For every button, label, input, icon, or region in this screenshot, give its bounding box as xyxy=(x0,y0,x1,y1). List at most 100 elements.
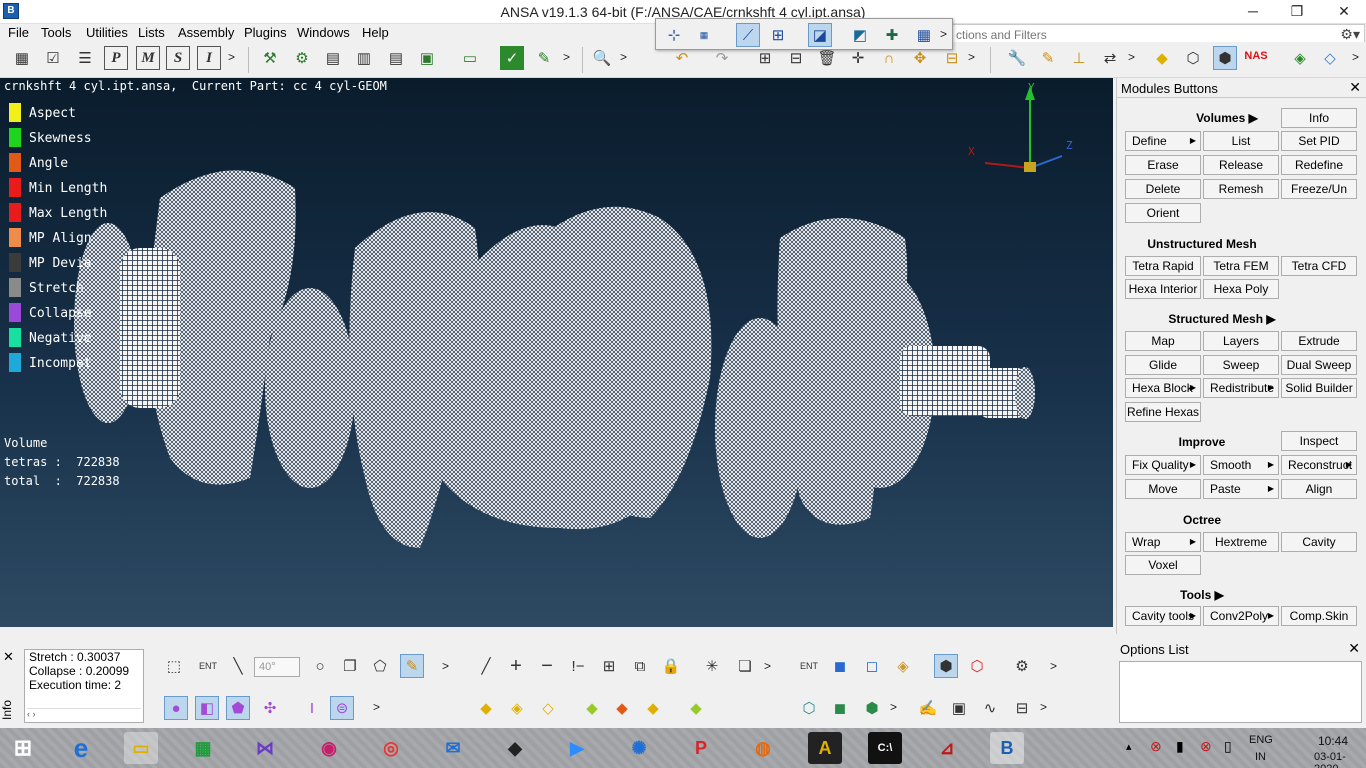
grid-view-icon[interactable]: ⊞ xyxy=(766,23,790,47)
info-button[interactable]: Info xyxy=(1281,108,1357,128)
more-arrow-icon[interactable]: > xyxy=(890,700,897,714)
overlap-icon[interactable]: ⧉ xyxy=(628,654,652,678)
conv2poly-button[interactable]: Conv2Poly xyxy=(1203,606,1279,626)
mesh-shell-icon[interactable]: ⬡ xyxy=(797,696,821,720)
pin-icon[interactable]: ◆ xyxy=(474,696,498,720)
graphics-viewport[interactable]: crnkshft 4 cyl.ipt.ansa, Current Part: c… xyxy=(0,78,1113,627)
i-icon[interactable]: I xyxy=(197,46,221,70)
nastran-icon[interactable]: NAS xyxy=(1244,44,1268,68)
freeze-button[interactable]: Freeze/Un xyxy=(1281,179,1357,199)
dual-sweep-button[interactable]: Dual Sweep xyxy=(1281,355,1357,375)
tray-action-icon[interactable]: ▯ xyxy=(1224,738,1232,755)
section-structured-mesh[interactable]: Structured Mesh ▶ xyxy=(1137,312,1307,326)
ent-icon[interactable]: ENT xyxy=(196,654,220,678)
count-icon[interactable]: ▦ xyxy=(692,23,716,47)
wrap-button[interactable]: Wrap xyxy=(1125,532,1201,552)
options-close-button[interactable]: ✕ xyxy=(1348,640,1360,657)
tag-icon[interactable]: ◆ xyxy=(1150,46,1174,70)
shape-icon[interactable]: ◈ xyxy=(1288,46,1312,70)
glide-button[interactable]: Glide xyxy=(1125,355,1201,375)
redefine-button[interactable]: Redefine xyxy=(1281,155,1357,175)
text-doc-icon[interactable]: ☰ xyxy=(73,46,97,70)
tray-language[interactable]: ENG xyxy=(1249,734,1273,746)
tray-volume-icon[interactable]: ⊗ xyxy=(1200,738,1212,755)
extrude-select-icon[interactable]: ⬟ xyxy=(226,696,250,720)
solid-builder-button[interactable]: Solid Builder xyxy=(1281,378,1357,398)
line-icon[interactable]: ╱ xyxy=(474,654,498,678)
hexa-interior-button[interactable]: Hexa Interior xyxy=(1125,279,1201,299)
yellow-diamond-icon[interactable]: ◆ xyxy=(641,696,665,720)
release-button[interactable]: Release xyxy=(1203,155,1279,175)
more-arrow-icon[interactable]: > xyxy=(228,50,235,64)
define-button[interactable]: Define xyxy=(1125,131,1201,151)
ent-select-icon[interactable]: ENT xyxy=(797,654,821,678)
maximize-button[interactable]: ❐ xyxy=(1274,0,1320,22)
list-doc-icon[interactable]: ▥ xyxy=(352,46,376,70)
shade-view-icon[interactable]: ◪ xyxy=(808,23,832,47)
copy-icon[interactable]: ❐ xyxy=(338,654,362,678)
mesh-icon[interactable]: ⬡ xyxy=(1181,46,1205,70)
cube-icon[interactable]: ◼ xyxy=(828,654,852,678)
menu-assembly[interactable]: Assembly xyxy=(178,25,234,40)
swap-icon[interactable]: ⇄ xyxy=(1098,46,1122,70)
orient-button[interactable]: Orient xyxy=(1125,203,1201,223)
info-close-button[interactable]: ✕ xyxy=(3,649,14,665)
pdf-reader-icon[interactable]: ⊿ xyxy=(930,732,964,764)
chrome-icon[interactable]: ◎ xyxy=(374,732,408,764)
strike-icon[interactable]: ⊟ xyxy=(1010,696,1034,720)
options-list-box[interactable] xyxy=(1119,661,1362,723)
smooth-button[interactable]: Smooth xyxy=(1203,455,1279,475)
menu-tools[interactable]: Tools xyxy=(41,25,71,40)
move-button[interactable]: Move xyxy=(1125,479,1201,499)
hextreme-button[interactable]: Hextreme xyxy=(1203,532,1279,552)
more-arrow-icon[interactable]: > xyxy=(563,50,570,64)
network-app-icon[interactable]: ✺ xyxy=(622,732,656,764)
more-arrow-icon[interactable]: > xyxy=(940,27,947,41)
comp-skin-button[interactable]: Comp.Skin xyxy=(1281,606,1357,626)
lock-icon[interactable]: 🔒 xyxy=(659,654,683,678)
list-button[interactable]: List xyxy=(1203,131,1279,151)
more-arrow-icon[interactable]: > xyxy=(1352,50,1359,64)
search-functions-input[interactable]: ctions and Filters ⚙▾ xyxy=(945,24,1365,44)
tetra-rapid-button[interactable]: Tetra Rapid xyxy=(1125,256,1201,276)
align-button[interactable]: Align xyxy=(1281,479,1357,499)
square-dot-icon[interactable]: ▣ xyxy=(947,696,971,720)
m-icon[interactable]: M xyxy=(136,46,160,70)
p-icon[interactable]: P xyxy=(104,46,128,70)
monitor-icon[interactable]: ▭ xyxy=(458,46,482,70)
info-tab[interactable]: Info xyxy=(0,695,20,725)
volume-mesh-icon[interactable]: ⬢ xyxy=(1213,46,1237,70)
table-grid-icon[interactable]: ▦ xyxy=(912,23,936,47)
color-cube-icon[interactable]: ◈ xyxy=(891,654,915,678)
cad-app-icon[interactable]: ◆ xyxy=(498,732,532,764)
a-app-icon[interactable]: A xyxy=(808,732,842,764)
axis-icon[interactable]: ⊹ xyxy=(662,23,686,47)
more-arrow-icon[interactable]: > xyxy=(1050,659,1057,673)
selection-box-icon[interactable]: ⬚ xyxy=(162,654,186,678)
ie-browser-icon[interactable]: e xyxy=(64,732,98,764)
menu-utilities[interactable]: Utilities xyxy=(86,25,128,40)
more-arrow-icon[interactable]: > xyxy=(1128,50,1135,64)
edit-icon[interactable]: ✎ xyxy=(1036,46,1060,70)
info-text-box[interactable]: Stretch : 0.30037 Collapse : 0.20099 Exe… xyxy=(24,649,144,723)
extrude-button[interactable]: Extrude xyxy=(1281,331,1357,351)
minus-icon[interactable]: − xyxy=(535,654,559,678)
visual-studio-icon[interactable]: ⋈ xyxy=(248,732,282,764)
settings-gear-icon[interactable]: ⚙ xyxy=(290,46,314,70)
menu-lists[interactable]: Lists xyxy=(138,25,165,40)
i-beam-icon[interactable]: I xyxy=(300,696,324,720)
crosshair-icon[interactable]: ✚ xyxy=(880,23,904,47)
paste-button[interactable]: Paste xyxy=(1203,479,1279,499)
curve-icon[interactable]: ∿ xyxy=(978,696,1002,720)
wrench-icon[interactable]: 🔧 xyxy=(1005,46,1029,70)
firefox-icon[interactable]: ◍ xyxy=(746,732,780,764)
section-volumes[interactable]: Volumes ▶ xyxy=(1177,111,1277,125)
refine-hexas-button[interactable]: Refine Hexas xyxy=(1125,402,1201,422)
tray-up-arrow-icon[interactable]: ▴ xyxy=(1126,740,1132,753)
zoom-search-icon[interactable]: 🔍 xyxy=(590,46,614,70)
more-arrow-icon[interactable]: > xyxy=(442,659,449,673)
tray-date[interactable]: 03-01-2020 xyxy=(1314,751,1366,768)
more-arrow-icon[interactable]: > xyxy=(373,700,380,714)
more-arrow-icon[interactable]: > xyxy=(1040,700,1047,714)
gear-icon[interactable]: ⚙▾ xyxy=(1340,26,1360,43)
